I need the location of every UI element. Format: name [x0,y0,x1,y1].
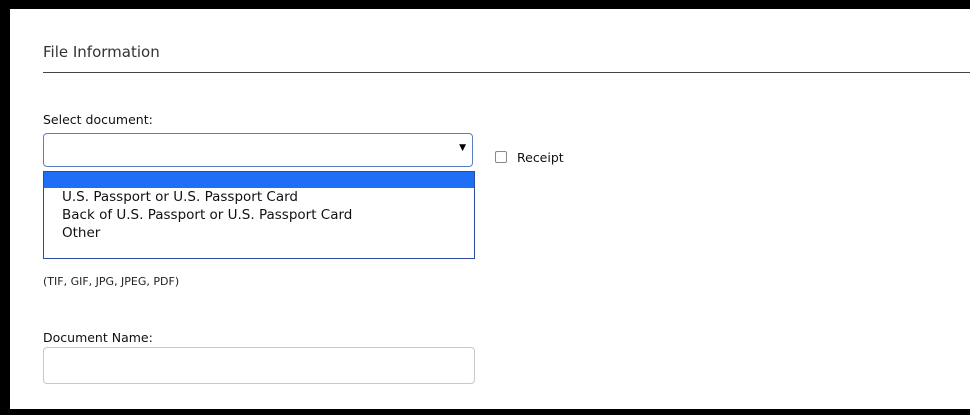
section-divider [43,72,970,73]
document-name-label: Document Name: [43,330,153,345]
dropdown-option-blank[interactable] [44,172,474,188]
file-information-panel: File Information Select document: ▼ U.S.… [10,9,970,409]
receipt-label: Receipt [517,150,564,165]
receipt-checkbox[interactable] [495,151,507,163]
dropdown-option-other[interactable]: Other [44,224,474,242]
document-select[interactable]: ▼ [43,133,473,167]
section-title: File Information [43,43,160,61]
file-formats-hint: (TIF, GIF, JPG, JPEG, PDF) [43,275,180,288]
dropdown-option-passport[interactable]: U.S. Passport or U.S. Passport Card [44,188,474,206]
dropdown-option-passport-back[interactable]: Back of U.S. Passport or U.S. Passport C… [44,206,474,224]
chevron-down-icon: ▼ [459,143,466,153]
document-name-input[interactable] [43,347,475,384]
document-select-dropdown: U.S. Passport or U.S. Passport Card Back… [43,171,475,259]
select-document-label: Select document: [43,112,153,127]
